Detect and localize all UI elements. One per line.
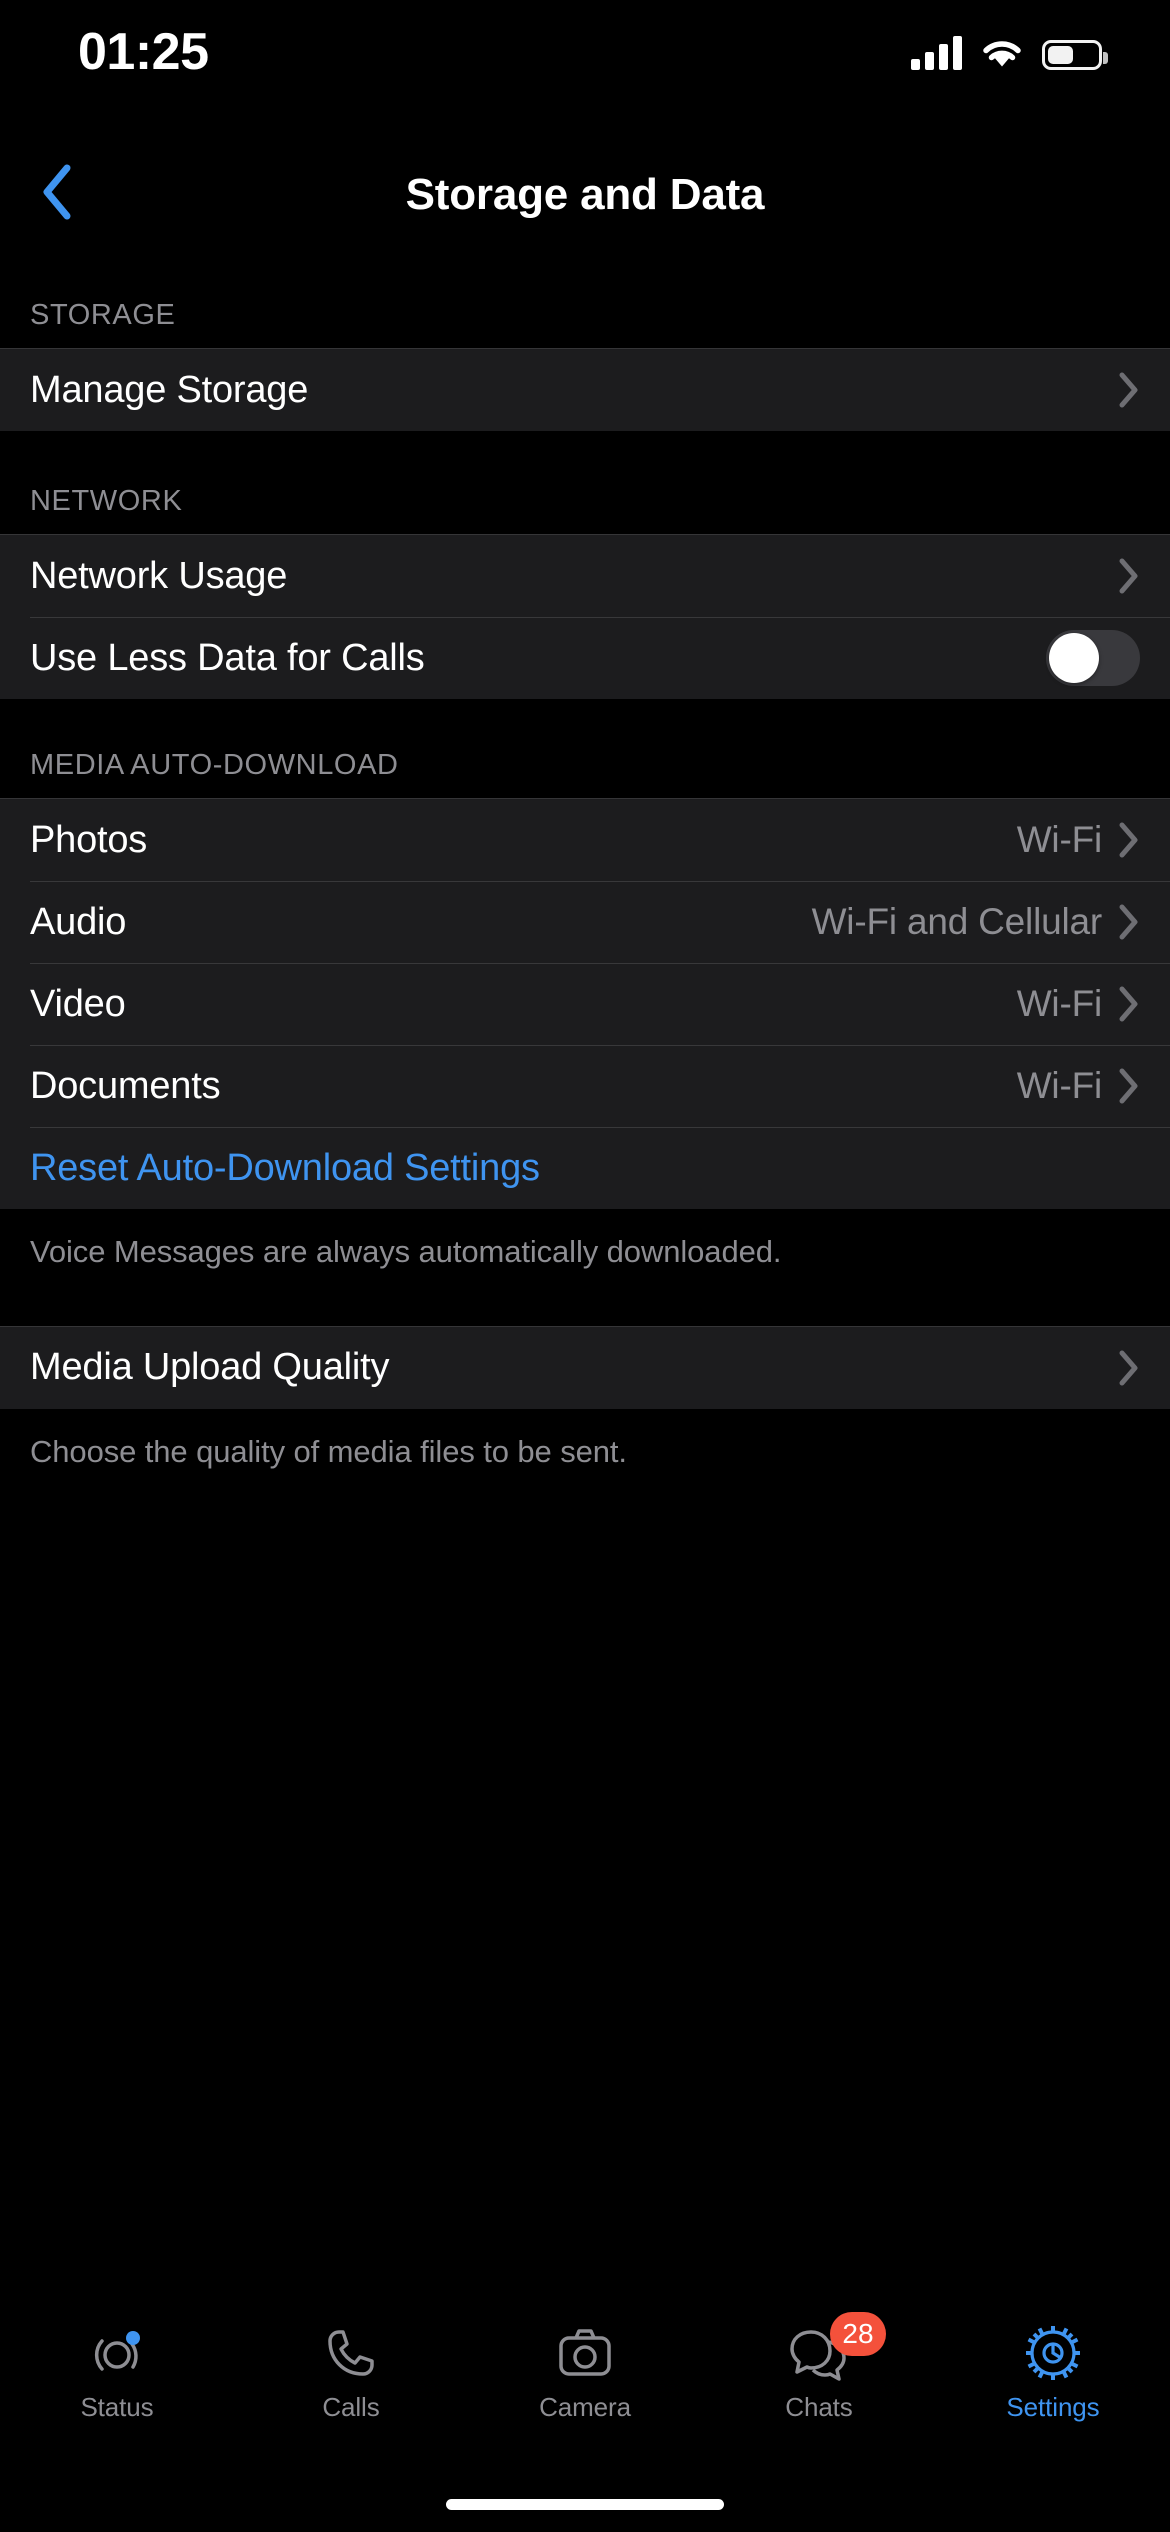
wifi-icon <box>980 36 1024 70</box>
chevron-right-icon <box>1119 904 1138 940</box>
chats-unread-badge: 28 <box>830 2312 886 2356</box>
row-label: Reset Auto-Download Settings <box>30 1146 540 1189</box>
gear-icon <box>1023 2322 1083 2384</box>
section-card-media-upload-quality: Media Upload Quality <box>0 1325 1170 1409</box>
battery-icon <box>1042 40 1108 70</box>
row-accessory <box>1046 630 1140 686</box>
status-bar-indicators <box>911 28 1108 70</box>
toggle-knob <box>1049 633 1099 683</box>
row-label: Use Less Data for Calls <box>30 636 425 679</box>
camera-icon <box>554 2322 616 2384</box>
chevron-right-icon <box>1119 822 1138 858</box>
chevron-right-icon <box>1119 986 1138 1022</box>
chevron-right-icon <box>1119 372 1138 408</box>
section-header-network: NETWORK <box>30 485 183 517</box>
phone-icon <box>322 2322 380 2384</box>
status-bar-time: 01:25 <box>78 23 209 81</box>
row-reset-auto-download-settings[interactable]: Reset Auto-Download Settings <box>0 1127 1170 1209</box>
status-rings-icon <box>86 2322 148 2384</box>
status-bar: 01:25 <box>0 0 1170 145</box>
cellular-signal-icon <box>911 34 962 70</box>
chevron-right-icon <box>1119 1068 1138 1104</box>
row-accessory <box>1118 1349 1140 1387</box>
row-accessory: Wi-Fi <box>1017 819 1140 861</box>
tab-calls[interactable]: Calls <box>234 2300 468 2423</box>
row-separator <box>30 1045 1170 1046</box>
row-value: Wi-Fi and Cellular <box>811 901 1103 942</box>
tab-status[interactable]: Status <box>0 2300 234 2423</box>
tab-label: Chats <box>785 2392 853 2422</box>
row-accessory: Wi-Fi and Cellular <box>812 901 1140 943</box>
section-card-media-auto-download: Photos Wi-Fi Audio Wi-Fi and Cellular Vi… <box>0 798 1170 1209</box>
row-label: Media Upload Quality <box>30 1346 390 1389</box>
row-separator <box>30 963 1170 964</box>
row-manage-storage[interactable]: Manage Storage <box>0 349 1170 431</box>
row-accessory <box>1118 557 1140 595</box>
section-card-storage: Manage Storage <box>0 348 1170 431</box>
row-accessory: Wi-Fi <box>1017 1065 1140 1107</box>
row-label: Network Usage <box>30 554 288 597</box>
row-photos[interactable]: Photos Wi-Fi <box>0 799 1170 881</box>
tab-settings[interactable]: Settings <box>936 2300 1170 2423</box>
row-label: Manage Storage <box>30 368 309 411</box>
tab-bar: Status Calls Camera 28 Chats Settings <box>0 2300 1170 2532</box>
row-value: Wi-Fi <box>1016 1065 1102 1106</box>
row-video[interactable]: Video Wi-Fi <box>0 963 1170 1045</box>
tab-label: Status <box>80 2392 154 2422</box>
footnote-media-upload-quality: Choose the quality of media files to be … <box>30 1433 627 1469</box>
row-separator <box>30 1127 1170 1128</box>
footnote-media-auto-download: Voice Messages are always automatically … <box>30 1234 782 1269</box>
settings-list[interactable]: STORAGE Manage Storage NETWORK Network U… <box>0 245 1170 2300</box>
chats-bubbles-icon: 28 <box>786 2312 886 2384</box>
section-header-storage: STORAGE <box>30 299 176 331</box>
page-title: Storage and Data <box>405 170 765 219</box>
home-indicator <box>446 2499 724 2510</box>
row-accessory: Wi-Fi <box>1017 983 1140 1025</box>
row-media-upload-quality[interactable]: Media Upload Quality <box>0 1327 1170 1409</box>
row-separator <box>30 617 1170 618</box>
row-label: Video <box>30 982 126 1025</box>
phone-screen: 01:25 Storage and Data STORAGE Manage St… <box>0 0 1170 2532</box>
row-documents[interactable]: Documents Wi-Fi <box>0 1045 1170 1127</box>
section-card-network: Network Usage Use Less Data for Calls <box>0 534 1170 699</box>
tab-label: Settings <box>1006 2392 1100 2422</box>
row-network-usage[interactable]: Network Usage <box>0 535 1170 617</box>
section-header-media-auto-download: MEDIA AUTO-DOWNLOAD <box>30 749 399 781</box>
row-value: Wi-Fi <box>1016 819 1102 860</box>
row-label: Audio <box>30 900 127 943</box>
tab-label: Calls <box>322 2392 380 2422</box>
row-label: Photos <box>30 818 148 861</box>
row-audio[interactable]: Audio Wi-Fi and Cellular <box>0 881 1170 963</box>
use-less-data-toggle[interactable] <box>1046 630 1140 686</box>
row-label: Documents <box>30 1064 221 1107</box>
chevron-right-icon <box>1119 558 1138 594</box>
tab-camera[interactable]: Camera <box>468 2300 702 2423</box>
navigation-bar: Storage and Data <box>0 145 1170 245</box>
row-accessory <box>1118 371 1140 409</box>
row-use-less-data-for-calls[interactable]: Use Less Data for Calls <box>0 617 1170 699</box>
row-value: Wi-Fi <box>1016 983 1102 1024</box>
section-spacer <box>0 1271 1170 1326</box>
tab-label: Camera <box>539 2392 631 2422</box>
tab-chats[interactable]: 28 Chats <box>702 2300 936 2423</box>
row-separator <box>30 881 1170 882</box>
chevron-right-icon <box>1119 1350 1138 1386</box>
